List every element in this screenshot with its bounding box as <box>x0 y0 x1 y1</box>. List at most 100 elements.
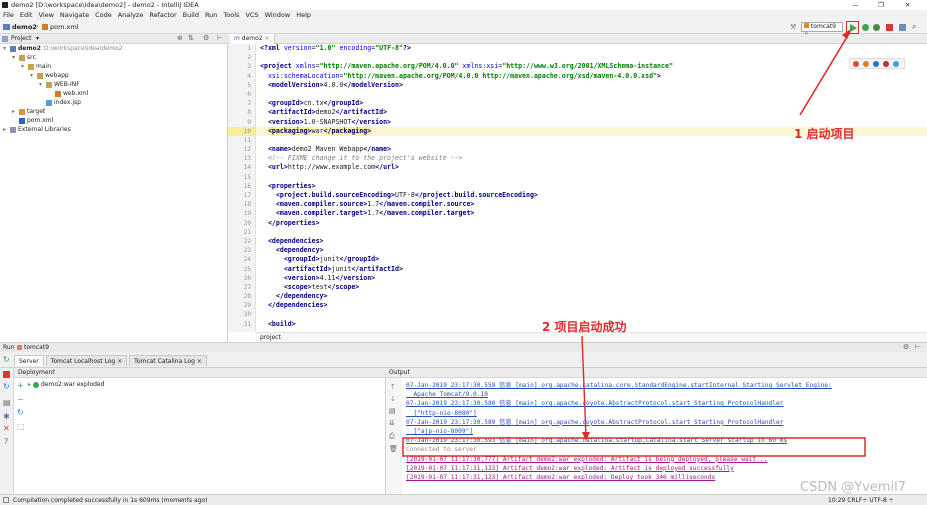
run-button[interactable] <box>846 21 859 34</box>
safari-icon[interactable] <box>893 61 899 67</box>
menu-bar: File Edit View Navigate Code Analyze Refactor B… <box>0 10 927 20</box>
help-icon[interactable]: ? <box>4 437 8 446</box>
menu-window[interactable]: Window <box>265 10 291 20</box>
layout-icon[interactable]: ▤ <box>3 398 11 407</box>
menu-build[interactable]: Build <box>183 10 199 20</box>
locate-icon[interactable]: ⊕ <box>177 34 183 42</box>
tree-item[interactable]: index.jsp <box>0 98 227 107</box>
menu-view[interactable]: View <box>38 10 53 20</box>
nav-crumb-project[interactable]: demo2 <box>12 23 37 31</box>
menu-tools[interactable]: Tools <box>223 10 239 20</box>
chevron-down-icon[interactable]: ▾ <box>12 53 19 62</box>
run-tabs: Server Tomcat Localhost Log × Tomcat Catal… <box>14 352 209 366</box>
deploy-all-icon[interactable]: ⬚ <box>17 422 25 431</box>
tree-item[interactable]: ▸ External Libraries <box>0 125 227 134</box>
debug-icon[interactable] <box>862 24 869 31</box>
collapse-icon[interactable]: ⇅ <box>188 34 194 42</box>
stop-icon[interactable] <box>3 371 10 378</box>
output-log[interactable]: 07-Jan-2019 23:17:30.559 信息 [main] org.a… <box>406 381 924 482</box>
code-editor[interactable]: <?xml version="1.0" encoding="UTF-8"?> <p… <box>256 44 927 332</box>
close-button[interactable]: ✕ <box>905 0 910 10</box>
hide-icon[interactable]: ⊢ <box>217 34 223 42</box>
tree-item[interactable]: ▾ main <box>0 62 227 71</box>
chevron-down-icon[interactable]: ▾ <box>30 71 37 80</box>
status-right[interactable]: 10:29 CRLF÷ UTF-8 ÷ <box>828 495 894 505</box>
ie-icon[interactable] <box>873 61 879 67</box>
tree-item[interactable]: ▸ target <box>0 107 227 116</box>
minimize-button[interactable]: — <box>852 0 859 10</box>
title-bar: demo2 [D:\workspace\idea\demo2] - demo2 … <box>0 0 927 10</box>
menu-refactor[interactable]: Refactor <box>149 10 176 20</box>
tab-catalina-log[interactable]: Tomcat Catalina Log × <box>129 355 207 366</box>
add-icon[interactable]: + <box>17 381 24 390</box>
chevron-down-icon[interactable]: ▾ <box>39 80 46 89</box>
search-icon[interactable]: ⌕ <box>912 22 916 32</box>
breadcrumb-item[interactable]: project <box>260 334 281 341</box>
update-icon[interactable]: ↻ <box>3 382 10 391</box>
deployment-header-label: Deployment <box>18 369 55 376</box>
tree-item[interactable]: ▾ demo2 D:\workspace\idea\demo2 <box>0 44 227 53</box>
coverage-icon[interactable] <box>873 24 880 31</box>
menu-navigate[interactable]: Navigate <box>60 10 89 20</box>
project-panel-title[interactable]: Project <box>11 35 32 42</box>
close-tab-icon[interactable]: × <box>197 358 202 365</box>
menu-vcs[interactable]: VCS <box>245 10 258 20</box>
menu-analyze[interactable]: Analyze <box>118 10 144 20</box>
tomcat-icon <box>17 345 22 350</box>
maximize-button[interactable]: ❐ <box>878 0 884 10</box>
menu-run[interactable]: Run <box>205 10 217 20</box>
hammer-icon[interactable]: ⚒ <box>790 23 796 31</box>
tree-item[interactable]: pom.xml <box>0 116 227 125</box>
menu-edit[interactable]: Edit <box>20 10 33 20</box>
line-number: 17 <box>243 192 251 199</box>
stop-icon[interactable] <box>886 24 893 31</box>
tree-item[interactable]: ▾ webapp <box>0 71 227 80</box>
gear-icon[interactable]: ⚙ <box>903 343 909 351</box>
remove-icon[interactable]: − <box>17 395 24 404</box>
hide-icon[interactable]: ⊢ <box>915 343 921 351</box>
chrome-icon[interactable] <box>853 61 859 67</box>
chevron-down-icon[interactable]: ▾ <box>3 44 10 53</box>
firefox-icon[interactable] <box>863 61 869 67</box>
run-config-selector[interactable]: tomcat9 ∨ <box>801 22 843 38</box>
line-number: 21 <box>243 228 251 236</box>
chevron-right-icon[interactable]: ▸ <box>3 125 10 134</box>
rerun-icon[interactable]: ↻ <box>3 355 10 364</box>
redeploy-icon[interactable]: ↻ <box>17 408 24 417</box>
wrap-icon[interactable]: ▤ <box>389 407 396 415</box>
project-panel-header: Project ▾ ⊕ ⇅ ⚙ ⊢ <box>0 34 228 44</box>
close-tab-icon[interactable]: × <box>265 35 270 42</box>
menu-file[interactable]: File <box>3 10 14 20</box>
tab-server[interactable]: Server <box>14 355 44 366</box>
deployment-item[interactable]: ▸ demo2:war exploded <box>28 380 104 389</box>
tree-item[interactable]: ▾ WEB-INF <box>0 80 227 89</box>
log-line: 07-Jan-2019 23:17:30.580 信息 [main] org.a… <box>406 400 784 408</box>
tab-localhost-log[interactable]: Tomcat Localhost Log × <box>45 355 128 366</box>
expand-icon[interactable]: ▸ <box>28 380 31 389</box>
pin-icon[interactable]: ✱ <box>3 412 10 421</box>
scroll-up-icon[interactable]: ↑ <box>390 383 396 391</box>
run-left-toolbar: ↻ ▤ ✱ ✕ ? <box>0 368 14 494</box>
menu-code[interactable]: Code <box>95 10 112 20</box>
chevron-down-icon[interactable]: ▾ <box>36 35 39 42</box>
nav-crumb-file[interactable]: pom.xml <box>50 23 79 31</box>
tree-item[interactable]: ▾ src <box>0 53 227 62</box>
project-structure-icon[interactable] <box>899 24 906 31</box>
tree-item[interactable]: web.xml <box>0 89 227 98</box>
line-number: 31 <box>243 320 251 328</box>
scroll-down-icon[interactable]: ↓ <box>390 395 396 403</box>
opera-icon[interactable] <box>883 61 889 67</box>
close-icon[interactable]: ✕ <box>3 424 10 433</box>
chevron-down-icon[interactable]: ▾ <box>21 62 28 71</box>
trash-icon[interactable]: 🗑 <box>389 445 398 453</box>
gear-icon[interactable]: ⚙ <box>203 34 209 42</box>
status-icon[interactable] <box>3 497 9 503</box>
print-icon[interactable]: ⎙ <box>389 432 395 441</box>
line-number: 25 <box>243 265 251 273</box>
close-tab-icon[interactable]: × <box>117 358 122 365</box>
line-number: 7 <box>247 100 251 108</box>
chevron-right-icon[interactable]: ▸ <box>12 107 19 116</box>
scroll-end-icon[interactable]: ⇊ <box>389 419 395 427</box>
menu-help[interactable]: Help <box>296 10 311 20</box>
editor-tab[interactable]: m demo2 × <box>230 34 275 44</box>
